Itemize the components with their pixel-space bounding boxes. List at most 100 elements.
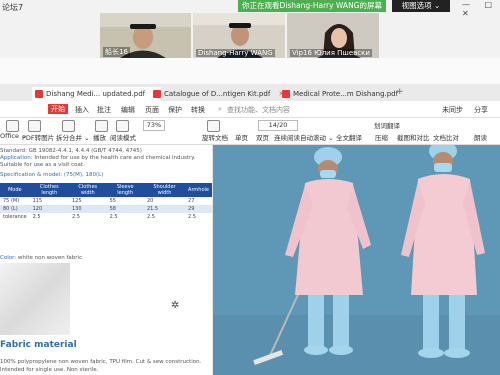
toolbar-split-merge[interactable]: 拆分合并 ⌄ bbox=[56, 132, 90, 142]
read-mode-icon bbox=[116, 120, 129, 132]
table-cell: 55 bbox=[109, 198, 116, 204]
menu-item-protect[interactable]: 保护 bbox=[168, 105, 182, 115]
toolbar: Office ⌄ PDF转图片 拆分合并 ⌄ 播放 阅读模式 73% 旋转文档 … bbox=[0, 118, 500, 145]
image-icon bbox=[28, 120, 41, 132]
menu-item-annotate[interactable]: 批注 bbox=[97, 105, 111, 115]
toolbar-pdf-to-image[interactable]: PDF转图片 bbox=[22, 132, 54, 142]
tab-dishang-updated[interactable]: Dishang Medi... updated.pdf ✕ bbox=[32, 87, 161, 101]
toolbar-auto-scroll[interactable]: 自动滚动 ⌄ bbox=[300, 132, 334, 142]
participant-tile[interactable]: Vip16 Юлия Пшевски bbox=[287, 13, 379, 58]
protective-gown-photo bbox=[213, 145, 500, 375]
color-line: Color: white non woven fabric bbox=[0, 255, 82, 261]
table-cell: 80 (L) bbox=[3, 206, 18, 212]
standard-text: Standard: GB 19082-4.4.1, 4.4.4 (GB/T 47… bbox=[0, 148, 142, 154]
table-cell: 27 bbox=[188, 198, 195, 204]
loading-spinner-icon: ✲ bbox=[171, 300, 180, 311]
menu-item-page[interactable]: 页面 bbox=[145, 105, 159, 115]
participant-name: Vip16 Юлия Пшевски bbox=[290, 49, 372, 57]
spec-heading: Specification & model: (75(M), 180(L) bbox=[0, 172, 104, 178]
table-cell: 21.5 bbox=[146, 206, 159, 212]
table-row: 80 (L) 120 130 58 21.5 29 bbox=[0, 205, 212, 213]
tab-label: Dishang Medi... updated.pdf bbox=[46, 90, 146, 98]
color-text: white non woven fabric bbox=[17, 255, 83, 261]
toolbar-single-page[interactable]: 单页 bbox=[235, 132, 248, 142]
tab-strip: Dishang Medi... updated.pdf ✕ Catalogue … bbox=[0, 84, 500, 101]
table-cell: 29 bbox=[188, 206, 195, 212]
table-cell: 58 bbox=[109, 206, 116, 212]
search-input[interactable]: 查找功能、文档内容 bbox=[227, 105, 290, 115]
menu-bar: 开始 插入 批注 编辑 页面 保护 转换 ⌕ 查找功能、文档内容 未同步 分享 bbox=[0, 101, 500, 118]
table-cell: 75 (M) bbox=[3, 198, 20, 204]
screen-share-banner: 你正在观看Dishang-Harry WANG的屏幕 bbox=[238, 0, 386, 12]
menu-item-insert[interactable]: 插入 bbox=[75, 105, 89, 115]
table-header: Shoulder width bbox=[143, 183, 186, 197]
table-header: Clothes width bbox=[68, 183, 107, 197]
split-icon bbox=[62, 120, 75, 132]
toolbar-double-page[interactable]: 双页 bbox=[256, 132, 269, 142]
tab-medical-prote[interactable]: Medical Prote...m Dishang.pdf ✕ bbox=[279, 87, 405, 101]
toolbar-read-aloud[interactable]: 朗读 bbox=[474, 132, 487, 142]
toolbar-compress[interactable]: 压缩 bbox=[375, 132, 388, 142]
spec-table: Mode Clothes length Clothes width Sleeve… bbox=[0, 183, 212, 221]
pdf-icon bbox=[153, 90, 161, 98]
table-row: 75 (M) 115 125 55 20 27 bbox=[0, 197, 212, 205]
play-icon bbox=[95, 120, 108, 132]
table-cell: 2.5 bbox=[188, 214, 196, 220]
menu-item-convert[interactable]: 转换 bbox=[191, 105, 205, 115]
table-header: Armhole bbox=[185, 183, 212, 197]
sync-status[interactable]: 未同步 bbox=[442, 105, 463, 115]
toolbar-screenshot-compare[interactable]: 截图和对比 bbox=[397, 132, 430, 142]
participant-tile[interactable]: Dishang-Harry WANG bbox=[193, 13, 285, 58]
window-controls[interactable]: — □ ✕ bbox=[462, 0, 500, 18]
menu-item-start[interactable]: 开始 bbox=[48, 104, 68, 114]
table-cell: 2.5 bbox=[71, 214, 80, 220]
window-title: 论坛7 bbox=[2, 3, 24, 12]
page-number-input[interactable]: 14/20 bbox=[258, 120, 298, 131]
participant-tile[interactable]: 船长16 bbox=[100, 13, 191, 58]
toolbar-reading-mode[interactable]: 阅读模式 bbox=[110, 132, 136, 142]
new-tab-icon[interactable]: + bbox=[396, 87, 404, 97]
color-label: Color: bbox=[0, 255, 17, 261]
tab-label: Catalogue of D...ntigen Kit.pdf bbox=[164, 90, 271, 98]
fabric-heading: Fabric material bbox=[0, 340, 77, 350]
toolbar-continuous[interactable]: 连续阅读 bbox=[274, 132, 300, 142]
toolbar-doc-compare[interactable]: 文档比对 bbox=[433, 132, 459, 142]
toolbar-rotate[interactable]: 旋转文档 bbox=[202, 132, 228, 142]
table-cell: 115 bbox=[32, 198, 43, 204]
fabric-line1: 100% polypropylene non woven fabric, TPU… bbox=[0, 359, 202, 365]
pdf-page-right bbox=[213, 145, 500, 375]
table-cell: 2.5 bbox=[32, 214, 41, 220]
table-cell: tolerance bbox=[3, 214, 27, 220]
table-header: Sleeve length bbox=[106, 183, 144, 197]
pdf-icon bbox=[35, 90, 43, 98]
zoom-select[interactable]: 73% bbox=[143, 120, 165, 131]
pdf-icon bbox=[282, 90, 290, 98]
tab-label: Medical Prote...m Dishang.pdf bbox=[293, 90, 399, 98]
table-cell: 130 bbox=[71, 206, 82, 212]
application-block: Application: Intended for use by the hea… bbox=[0, 155, 205, 169]
meeting-gap bbox=[0, 58, 500, 84]
table-header: Mode bbox=[0, 183, 30, 197]
toolbar-annotation-translate[interactable]: 划词翻译 bbox=[374, 120, 400, 130]
office-icon bbox=[6, 120, 19, 132]
fabric-line2: Intended for single use. Non sterile. bbox=[0, 367, 99, 373]
menu-item-edit[interactable]: 编辑 bbox=[121, 105, 135, 115]
tab-catalogue[interactable]: Catalogue of D...ntigen Kit.pdf ✕ bbox=[150, 87, 289, 101]
toolbar-full-translate[interactable]: 全文翻译 bbox=[336, 132, 362, 142]
table-cell: 2.5 bbox=[109, 214, 118, 220]
table-header: Clothes length bbox=[29, 183, 69, 197]
table-row: tolerance 2.5 2.5 2.5 2.5 2.5 bbox=[0, 213, 212, 221]
table-row: Mode Clothes length Clothes width Sleeve… bbox=[0, 183, 212, 197]
view-options-button[interactable]: 视图选项 ⌄ bbox=[392, 0, 450, 12]
table-cell: 120 bbox=[32, 206, 43, 212]
application-label: Application: bbox=[0, 155, 33, 161]
toolbar-play[interactable]: 播放 bbox=[93, 132, 106, 142]
pdf-page-left: Standard: GB 19082-4.4.1, 4.4.4 (GB/T 47… bbox=[0, 145, 212, 375]
participant-name: Dishang-Harry WANG bbox=[196, 49, 275, 57]
participant-name: 船长16 bbox=[103, 47, 130, 57]
table-cell: 2.5 bbox=[146, 214, 155, 220]
table-cell: 125 bbox=[71, 198, 82, 204]
share-button[interactable]: 分享 bbox=[474, 105, 488, 115]
rotate-icon bbox=[207, 120, 220, 132]
search-icon: ⌕ bbox=[218, 105, 222, 113]
